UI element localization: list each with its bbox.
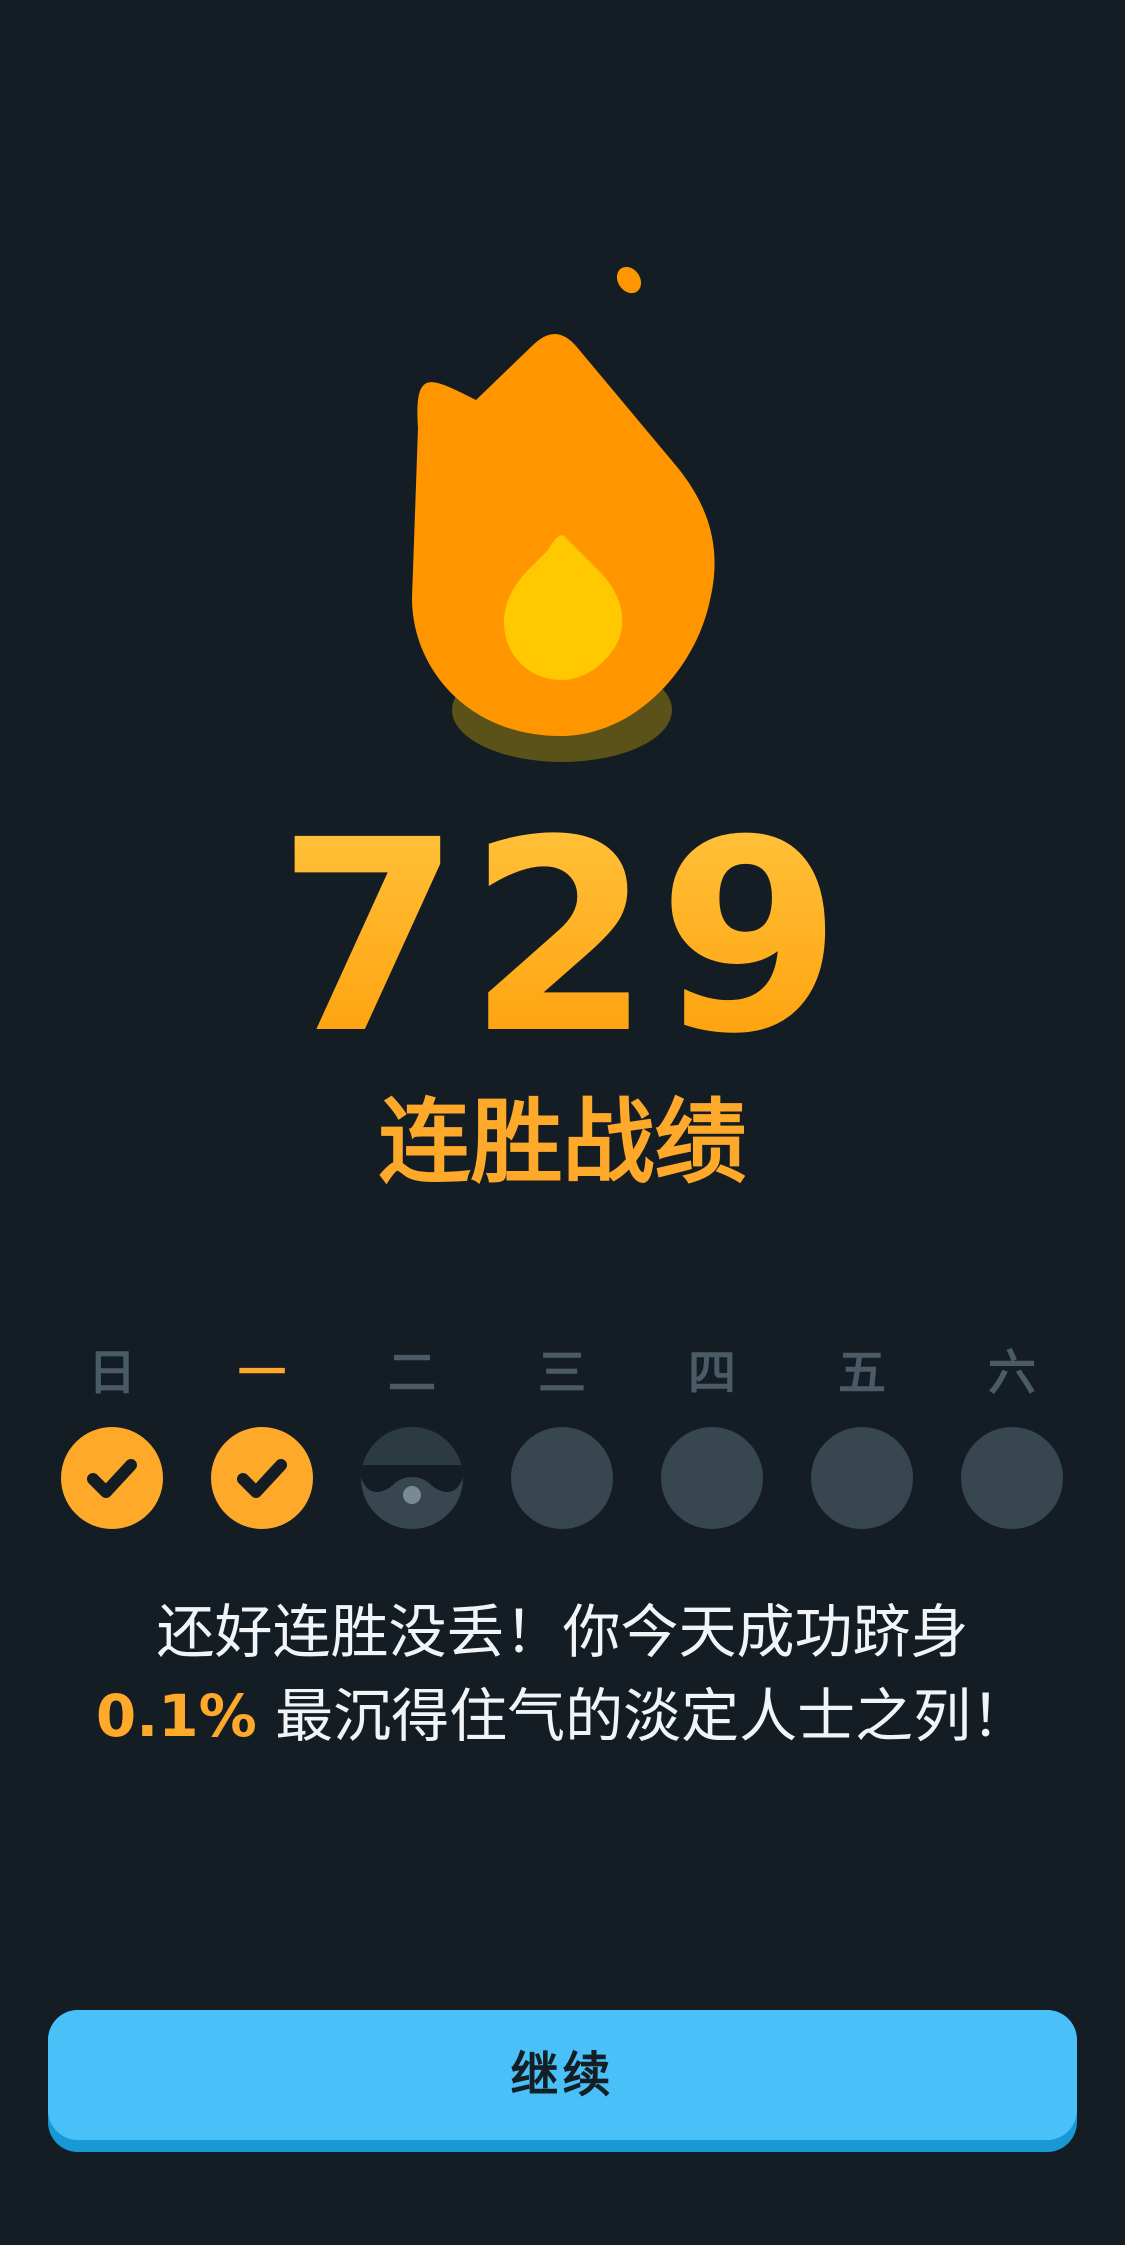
streak-freeze-icon [361, 1427, 463, 1504]
day-label: 四 [687, 1345, 736, 1401]
streak-label: 连胜战绩 [378, 1089, 747, 1196]
continue-button-label: 继续 [48, 2010, 1077, 2140]
message-line-2: 0.1% 最沉得住气的淡定人士之列！ [60, 1674, 1065, 1758]
day-label: 五 [837, 1345, 886, 1401]
day-status-completed [211, 1427, 313, 1529]
day-status-empty [811, 1427, 913, 1529]
streak-flame [380, 250, 740, 790]
message-line-1: 还好连胜没丢！你今天成功跻身 [156, 1598, 969, 1666]
day-monday: 一 [187, 1335, 337, 1535]
day-friday: 五 [787, 1335, 937, 1535]
flame-icon [412, 334, 715, 762]
day-status-completed [61, 1427, 163, 1529]
day-tuesday: 二 [337, 1335, 487, 1535]
day-label: 日 [87, 1345, 136, 1401]
continue-button[interactable]: 继续 [48, 2010, 1077, 2152]
day-label: 三 [537, 1345, 586, 1401]
day-status-freeze [361, 1427, 463, 1529]
streak-count: 729 [0, 806, 1125, 1071]
day-thursday: 四 [637, 1335, 787, 1535]
day-label: 六 [987, 1345, 1036, 1401]
day-wednesday: 三 [487, 1335, 637, 1535]
percent-highlight: 0.1% [95, 1682, 257, 1750]
checkmark-icon [237, 1459, 287, 1498]
streak-message: 还好连胜没丢！你今天成功跻身 0.1% 最沉得住气的淡定人士之列！ [60, 1590, 1065, 1758]
week-calendar: 日 一 二 三 四 五 六 [37, 1335, 1087, 1535]
day-label-today: 一 [237, 1345, 286, 1401]
day-status-empty [661, 1427, 763, 1529]
day-status-empty [511, 1427, 613, 1529]
message-line-2-text: 最沉得住气的淡定人士之列！ [275, 1682, 1030, 1750]
day-saturday: 六 [937, 1335, 1087, 1535]
checkmark-icon [87, 1459, 137, 1498]
day-label: 二 [387, 1345, 436, 1401]
day-sunday: 日 [37, 1335, 187, 1535]
day-status-empty [961, 1427, 1063, 1529]
